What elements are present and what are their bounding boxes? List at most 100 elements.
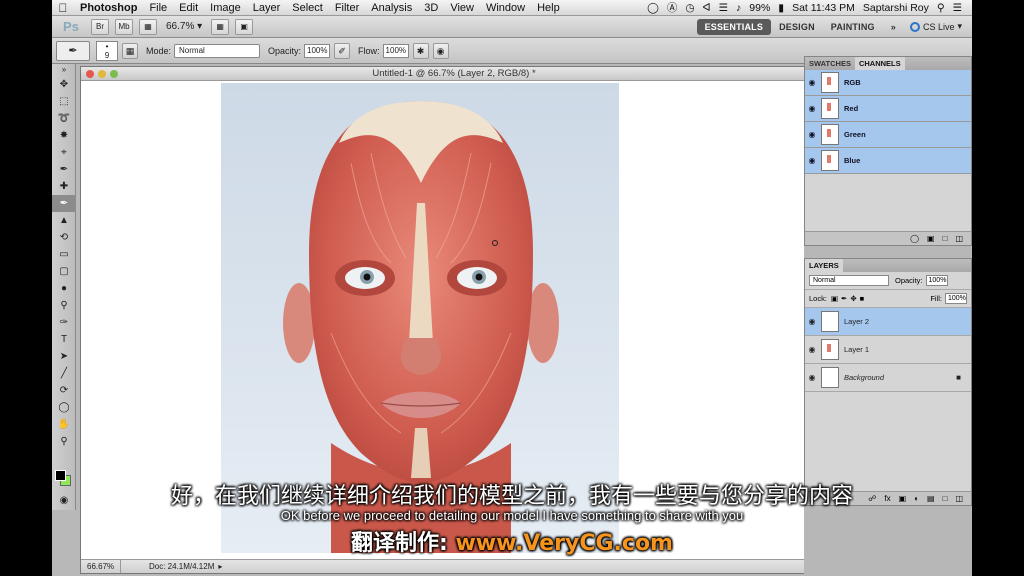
- eye-icon[interactable]: ◉: [805, 317, 819, 326]
- menu-view[interactable]: View: [444, 2, 480, 14]
- channel-row-green[interactable]: ◉ Green: [805, 122, 971, 148]
- status-zoom[interactable]: 66.67%: [81, 560, 121, 573]
- list-icon[interactable]: ☰: [949, 2, 966, 14]
- cs-live-button[interactable]: CS Live ▾: [904, 21, 972, 32]
- zoom-window-button[interactable]: [110, 70, 118, 78]
- layer-row-background[interactable]: ◉ Background ■: [805, 364, 971, 392]
- close-window-button[interactable]: [86, 70, 94, 78]
- zoom-level-select[interactable]: 66.7% ▾: [166, 21, 202, 32]
- crop-tool-icon[interactable]: ⌖: [52, 144, 76, 161]
- eye-icon[interactable]: ◉: [805, 373, 819, 382]
- shape-tool-icon[interactable]: ╱: [52, 365, 76, 382]
- menu-window[interactable]: Window: [480, 2, 531, 14]
- lasso-tool-icon[interactable]: ➰: [52, 110, 76, 127]
- skype-icon[interactable]: Ⓐ: [663, 0, 682, 15]
- menu-filter[interactable]: Filter: [329, 2, 365, 14]
- eye-icon[interactable]: ◉: [805, 78, 819, 87]
- gradient-tool-icon[interactable]: ▢: [52, 263, 76, 280]
- dodge-tool-icon[interactable]: ⚲: [52, 297, 76, 314]
- new-channel-icon[interactable]: □: [943, 232, 948, 245]
- menu-app[interactable]: Photoshop: [74, 2, 143, 14]
- bridge-button[interactable]: Br: [91, 18, 109, 35]
- brush-preset-picker[interactable]: • 9: [96, 40, 118, 61]
- eye-icon[interactable]: ◉: [805, 156, 819, 165]
- flow-input[interactable]: 100%: [382, 43, 409, 58]
- opacity-input[interactable]: 100%: [304, 43, 331, 58]
- battery-text[interactable]: 99%: [745, 2, 774, 14]
- lock-position-icon[interactable]: ✥: [850, 294, 856, 303]
- eyedropper-tool-icon[interactable]: ✒: [52, 161, 76, 178]
- layer-row-layer-1[interactable]: ◉ Layer 1: [805, 336, 971, 364]
- path-selection-tool-icon[interactable]: ➤: [52, 348, 76, 365]
- arrange-documents-button[interactable]: ▦: [211, 18, 230, 35]
- trash-icon[interactable]: ◫: [955, 232, 963, 245]
- volume-icon[interactable]: ♪: [732, 2, 745, 14]
- lock-transparency-icon[interactable]: ▣: [831, 294, 838, 303]
- menu-layer[interactable]: Layer: [247, 2, 287, 14]
- 3d-rotate-tool-icon[interactable]: ⟳: [52, 382, 76, 399]
- menu-select[interactable]: Select: [286, 2, 329, 14]
- screen-mode-button[interactable]: ▣: [235, 18, 254, 35]
- view-extras-button[interactable]: ▦: [139, 18, 157, 35]
- brush-panel-toggle[interactable]: ▦: [122, 42, 138, 59]
- workspace-essentials[interactable]: ESSENTIALS: [696, 18, 772, 35]
- blur-tool-icon[interactable]: ●: [52, 280, 76, 297]
- move-tool-icon[interactable]: ✥: [52, 76, 76, 93]
- minimize-window-button[interactable]: [98, 70, 106, 78]
- pen-tool-icon[interactable]: ✑: [52, 314, 76, 331]
- menu-3d[interactable]: 3D: [418, 2, 444, 14]
- tool-preset-picker[interactable]: ✒: [56, 40, 90, 61]
- pressure-size-button[interactable]: ◉: [432, 42, 449, 59]
- zoom-tool-icon[interactable]: ⚲: [52, 433, 76, 450]
- lock-all-icon[interactable]: ■: [860, 294, 865, 303]
- blend-mode-select[interactable]: Normal: [809, 275, 889, 286]
- lock-pixels-icon[interactable]: ✒: [841, 294, 847, 303]
- brush-tool-icon[interactable]: ✒: [52, 195, 76, 212]
- document-titlebar[interactable]: Untitled-1 @ 66.7% (Layer 2, RGB/8) *: [81, 67, 827, 81]
- tab-channels[interactable]: CHANNELS: [854, 57, 905, 70]
- toolbox-collapse-icon[interactable]: »: [52, 64, 76, 76]
- menu-edit[interactable]: Edit: [173, 2, 204, 14]
- eye-icon[interactable]: ◉: [805, 104, 819, 113]
- quick-select-tool-icon[interactable]: ✸: [52, 127, 76, 144]
- clock[interactable]: Sat 11:43 PM: [788, 2, 859, 14]
- workspace-more-button[interactable]: »: [883, 19, 904, 35]
- battery-icon[interactable]: ▮: [774, 2, 788, 14]
- workspace-painting[interactable]: PAINTING: [823, 19, 883, 35]
- layers-opacity-input[interactable]: 100%: [925, 275, 948, 286]
- apple-icon[interactable]: : [52, 1, 74, 15]
- load-selection-icon[interactable]: ◯: [910, 232, 919, 245]
- tab-swatches[interactable]: SWATCHES: [805, 57, 855, 70]
- 3d-orbit-tool-icon[interactable]: ◯: [52, 399, 76, 416]
- menu-help[interactable]: Help: [531, 2, 566, 14]
- healing-brush-tool-icon[interactable]: ✚: [52, 178, 76, 195]
- marquee-tool-icon[interactable]: ⬚: [52, 93, 76, 110]
- save-selection-icon[interactable]: ▣: [927, 232, 935, 245]
- user-name[interactable]: Saptarshi Roy: [859, 2, 933, 14]
- layer-row-layer-2[interactable]: ◉ Layer 2: [805, 308, 971, 336]
- spotlight-icon[interactable]: ⚲: [933, 2, 949, 14]
- time-machine-icon[interactable]: ◷: [681, 2, 698, 14]
- sync-icon[interactable]: ◯: [643, 2, 663, 14]
- menu-image[interactable]: Image: [204, 2, 247, 14]
- clone-stamp-tool-icon[interactable]: ▲: [52, 212, 76, 229]
- eraser-tool-icon[interactable]: ▭: [52, 246, 76, 263]
- airbrush-button[interactable]: ✱: [412, 42, 429, 59]
- status-doc-size[interactable]: Doc: 24.1M/4.12M: [121, 560, 214, 573]
- wifi-icon[interactable]: ☰: [715, 2, 732, 14]
- channel-row-red[interactable]: ◉ Red: [805, 96, 971, 122]
- menu-file[interactable]: File: [143, 2, 173, 14]
- bluetooth-icon[interactable]: ᐊ: [699, 2, 715, 14]
- tab-layers[interactable]: LAYERS: [805, 259, 843, 272]
- workspace-design[interactable]: DESIGN: [771, 19, 823, 35]
- status-menu-arrow-icon[interactable]: ▸: [218, 560, 222, 573]
- mode-select[interactable]: Normal: [174, 43, 261, 58]
- menu-analysis[interactable]: Analysis: [365, 2, 418, 14]
- type-tool-icon[interactable]: T: [52, 331, 76, 348]
- fill-input[interactable]: 100%: [945, 293, 967, 304]
- channel-row-rgb[interactable]: ◉ RGB: [805, 70, 971, 96]
- eye-icon[interactable]: ◉: [805, 130, 819, 139]
- hand-tool-icon[interactable]: ✋: [52, 416, 76, 433]
- pressure-opacity-button[interactable]: ✐: [334, 42, 351, 59]
- eye-icon[interactable]: ◉: [805, 345, 819, 354]
